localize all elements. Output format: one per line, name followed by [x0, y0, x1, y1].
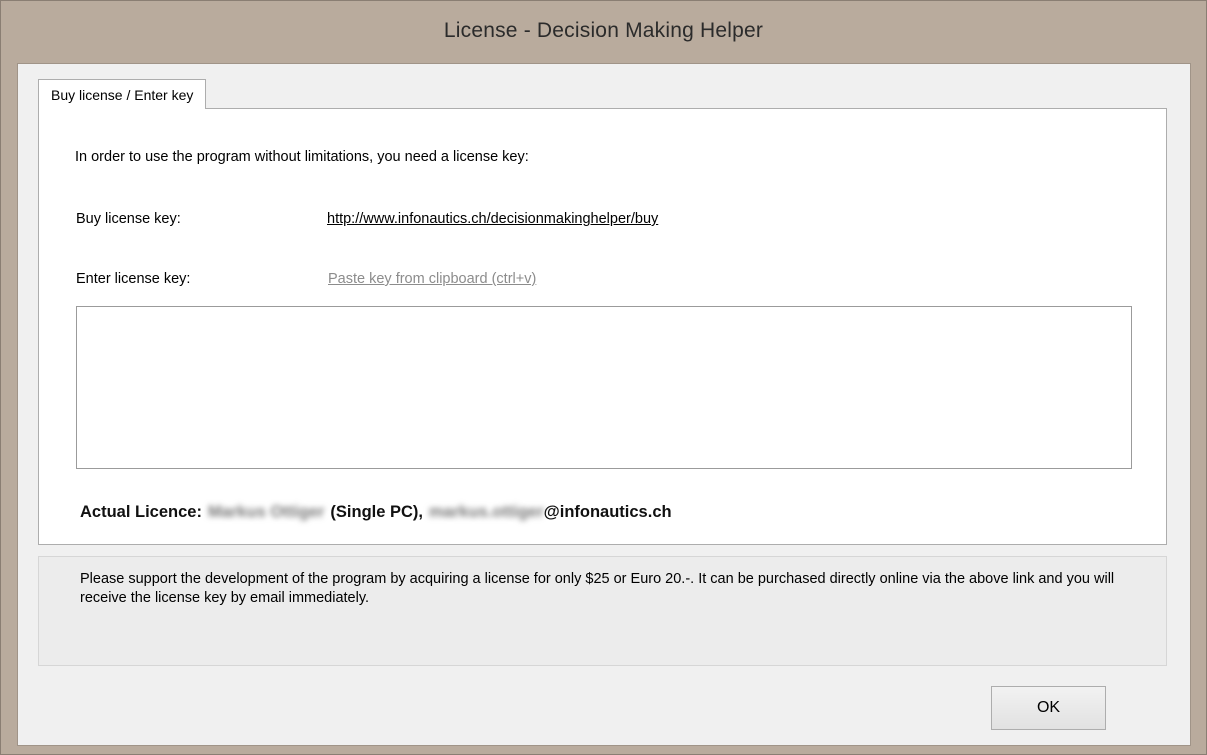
actual-licence-line: Actual Licence: Markus Ottiger (Single P…	[80, 503, 672, 522]
intro-text: In order to use the program without limi…	[75, 149, 529, 165]
license-key-input[interactable]	[76, 306, 1132, 469]
support-info-text: Please support the development of the pr…	[80, 571, 1115, 606]
window-title: License - Decision Making Helper	[443, 19, 764, 42]
enter-license-label: Enter license key:	[76, 271, 191, 287]
actual-licence-label: Actual Licence:	[80, 503, 202, 521]
licence-email-blurred: markus.ottiger	[429, 503, 544, 521]
dialog-client-area: Buy license / Enter key In order to use …	[17, 63, 1191, 746]
ok-button[interactable]: OK	[991, 686, 1106, 730]
tab-panel: In order to use the program without limi…	[38, 108, 1167, 545]
tab-buy-license[interactable]: Buy license / Enter key	[38, 79, 207, 109]
title-bar[interactable]: License - Decision Making Helper	[1, 1, 1206, 61]
license-dialog-window: License - Decision Making Helper Buy lic…	[0, 0, 1207, 755]
support-info-panel: Please support the development of the pr…	[38, 556, 1167, 666]
paste-key-link[interactable]: Paste key from clipboard (ctrl+v)	[328, 271, 536, 287]
licence-email-domain: @infonautics.ch	[543, 503, 672, 521]
licence-name-blurred: Markus Ottiger	[207, 503, 325, 521]
buy-license-link[interactable]: http://www.infonautics.ch/decisionmaking…	[327, 211, 658, 227]
buy-license-label: Buy license key:	[76, 211, 181, 227]
licence-type: (Single PC),	[330, 503, 424, 521]
